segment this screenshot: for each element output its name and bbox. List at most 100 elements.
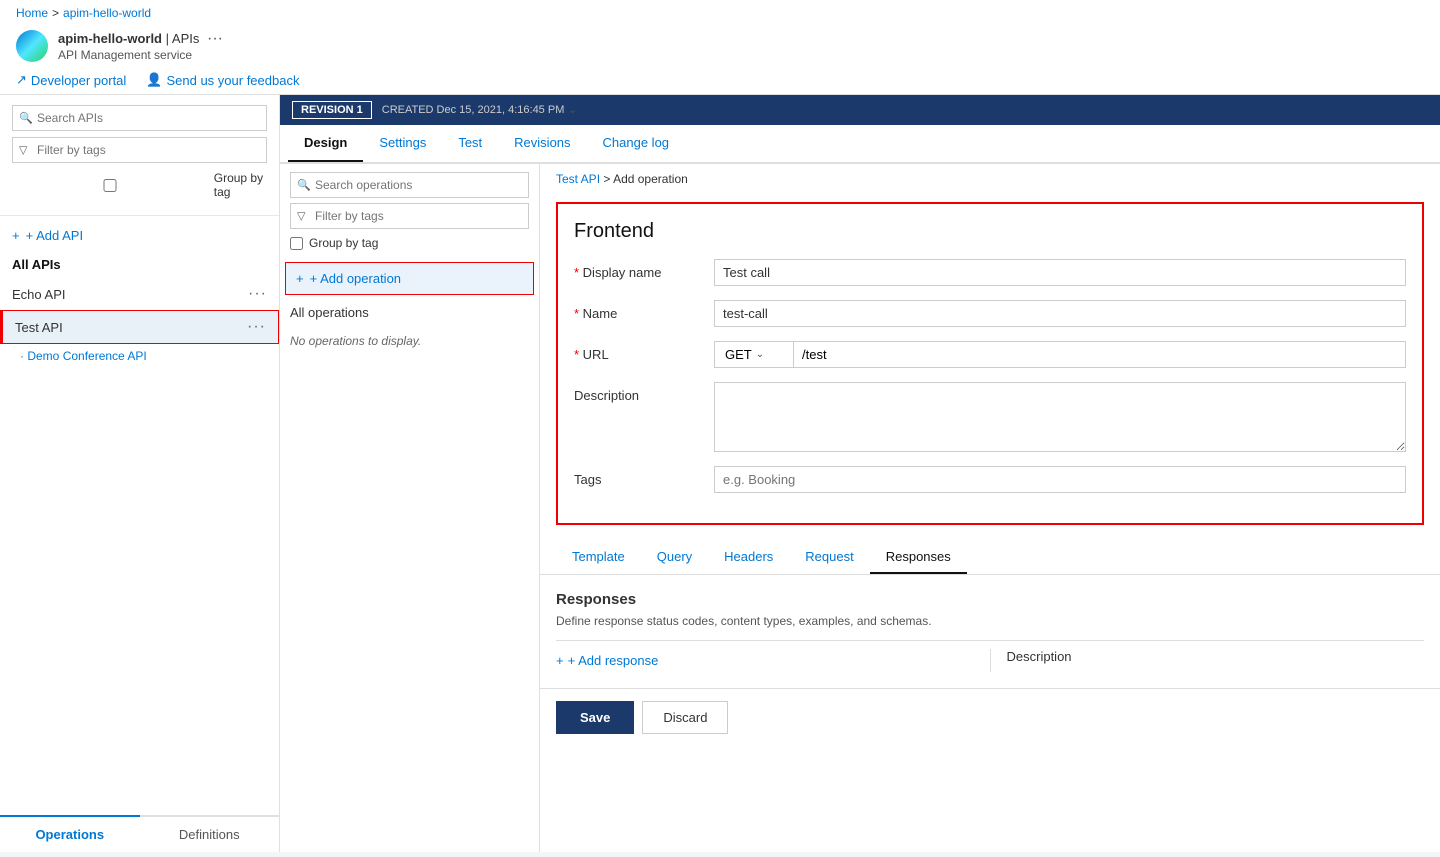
display-name-label: Display name — [574, 259, 714, 280]
responses-section: Responses Define response status codes, … — [540, 575, 1440, 688]
breadcrumb: Home > apim-hello-world — [16, 0, 1424, 24]
filter-icon: ▽ — [19, 144, 27, 157]
group-by-tag-checkbox[interactable] — [12, 179, 208, 192]
sub-tab-headers[interactable]: Headers — [708, 541, 789, 574]
all-apis-label: All APIs — [0, 251, 279, 278]
operations-panel: 🔍 ▽ Group by tag + + Add operation — [280, 164, 540, 852]
content-area: 🔍 ▽ Group by tag + + Add operation — [280, 164, 1440, 852]
search-operations-input[interactable] — [290, 172, 529, 198]
frontend-form-box: Frontend Display name Name URL GET — [556, 202, 1424, 525]
right-breadcrumb-current: Add operation — [613, 172, 688, 186]
ops-group-by-label[interactable]: Group by tag — [309, 236, 378, 250]
form-row-display-name: Display name — [574, 259, 1406, 286]
add-operation-button[interactable]: + + Add operation — [285, 262, 534, 295]
revision-chevron[interactable]: ⌄ — [568, 105, 576, 116]
ops-search-icon: 🔍 — [297, 179, 311, 192]
sub-tab-template[interactable]: Template — [556, 541, 641, 574]
top-tabs: Design Settings Test Revisions Change lo… — [280, 125, 1440, 163]
plus-icon: + — [12, 228, 20, 243]
sidebar-search-area: 🔍 ▽ Group by tag — [0, 95, 279, 211]
right-breadcrumb-sep: > — [603, 172, 610, 186]
echo-api-more-icon[interactable]: ··· — [248, 285, 267, 303]
search-apis-input[interactable] — [12, 105, 267, 131]
feedback-icon: 👤 — [146, 72, 162, 88]
form-row-tags: Tags — [574, 466, 1406, 493]
ops-filter-icon: ▽ — [297, 210, 305, 223]
plus-icon: + — [556, 653, 564, 668]
breadcrumb-home[interactable]: Home — [16, 6, 48, 20]
url-row: GET ⌄ — [714, 341, 1406, 368]
frontend-title: Frontend — [574, 220, 1406, 243]
sidebar-tab-operations[interactable]: Operations — [0, 815, 140, 852]
form-row-url: URL GET ⌄ — [574, 341, 1406, 368]
tab-settings[interactable]: Settings — [363, 125, 442, 162]
name-input[interactable] — [714, 300, 1406, 327]
developer-portal-link[interactable]: ↗ Developer portal — [16, 72, 126, 88]
api-search-wrap: 🔍 — [12, 105, 267, 131]
ops-filter-input[interactable] — [290, 203, 529, 229]
sidebar-tab-definitions[interactable]: Definitions — [140, 817, 280, 852]
tags-label: Tags — [574, 466, 714, 487]
revision-badge: REVISION 1 — [292, 101, 372, 119]
discard-button[interactable]: Discard — [642, 701, 728, 734]
tab-changelog[interactable]: Change log — [587, 125, 686, 162]
resource-title: apim-hello-world | APIs ··· — [58, 30, 223, 48]
sub-tabs: Template Query Headers Request Responses — [540, 533, 1440, 575]
revision-meta: CREATED Dec 15, 2021, 4:16:45 PM ⌄ — [382, 104, 577, 116]
method-chevron: ⌄ — [756, 349, 764, 360]
group-by-tag: Group by tag — [12, 169, 267, 207]
breadcrumb-current[interactable]: apim-hello-world — [63, 6, 151, 20]
ops-filter-wrap: ▽ — [290, 203, 529, 229]
responses-right: Description — [991, 649, 1425, 672]
form-row-description: Description — [574, 382, 1406, 452]
sidebar-divider-1 — [0, 215, 279, 216]
plus-icon: + — [296, 271, 304, 286]
sidebar-item-echo-api[interactable]: Echo API ··· — [0, 278, 279, 310]
responses-title: Responses — [556, 591, 1424, 608]
save-button[interactable]: Save — [556, 701, 634, 734]
all-ops-label: All operations — [280, 299, 539, 326]
url-method-select[interactable]: GET ⌄ — [714, 341, 794, 368]
more-options-icon[interactable]: ··· — [207, 30, 223, 47]
resource-title-group: apim-hello-world | APIs ··· API Manageme… — [58, 30, 223, 62]
revision-bar: REVISION 1 CREATED Dec 15, 2021, 4:16:45… — [280, 95, 1440, 125]
responses-desc: Define response status codes, content ty… — [556, 614, 1424, 628]
group-by-tag-label[interactable]: Group by tag — [214, 171, 267, 199]
sidebar-item-test-api[interactable]: Test API ··· — [0, 310, 279, 344]
search-icon: 🔍 — [19, 112, 33, 125]
sub-tab-query[interactable]: Query — [641, 541, 708, 574]
responses-columns: + + Add response Description — [556, 640, 1424, 672]
test-api-more-icon[interactable]: ··· — [247, 318, 266, 336]
url-path-input[interactable] — [794, 341, 1406, 368]
feedback-link[interactable]: 👤 Send us your feedback — [146, 72, 299, 88]
left-sidebar: 🔍 ▽ Group by tag + + Add API All APIs Ec… — [0, 95, 280, 852]
azure-icon — [16, 30, 48, 62]
add-api-button[interactable]: + + Add API — [0, 220, 279, 251]
add-response-button[interactable]: + + Add response — [556, 649, 974, 672]
name-label: Name — [574, 300, 714, 321]
ops-search-wrap: 🔍 — [290, 172, 529, 198]
tags-input[interactable] — [714, 466, 1406, 493]
url-label: URL — [574, 341, 714, 362]
sub-tab-responses[interactable]: Responses — [870, 541, 967, 574]
ops-group-by-checkbox[interactable] — [290, 237, 303, 250]
no-ops-message: No operations to display. — [280, 326, 539, 356]
right-breadcrumb-link[interactable]: Test API — [556, 172, 600, 186]
center-right-wrapper: REVISION 1 CREATED Dec 15, 2021, 4:16:45… — [280, 95, 1440, 852]
tab-revisions[interactable]: Revisions — [498, 125, 586, 162]
description-textarea[interactable] — [714, 382, 1406, 452]
ops-group-by: Group by tag — [290, 234, 529, 254]
resource-subtitle: API Management service — [58, 48, 223, 62]
display-name-input[interactable] — [714, 259, 1406, 286]
right-top-area: REVISION 1 CREATED Dec 15, 2021, 4:16:45… — [280, 95, 1440, 164]
external-link-icon: ↗ — [16, 72, 27, 88]
tab-test[interactable]: Test — [442, 125, 498, 162]
filter-by-tags-input[interactable] — [12, 137, 267, 163]
sub-tab-request[interactable]: Request — [789, 541, 869, 574]
api-filter-wrap: ▽ — [12, 137, 267, 163]
tab-design[interactable]: Design — [288, 125, 363, 162]
sidebar-item-demo-conference[interactable]: Demo Conference API — [0, 344, 279, 368]
ops-search-area: 🔍 ▽ Group by tag — [280, 164, 539, 258]
form-row-name: Name — [574, 300, 1406, 327]
breadcrumb-sep: > — [52, 6, 59, 20]
